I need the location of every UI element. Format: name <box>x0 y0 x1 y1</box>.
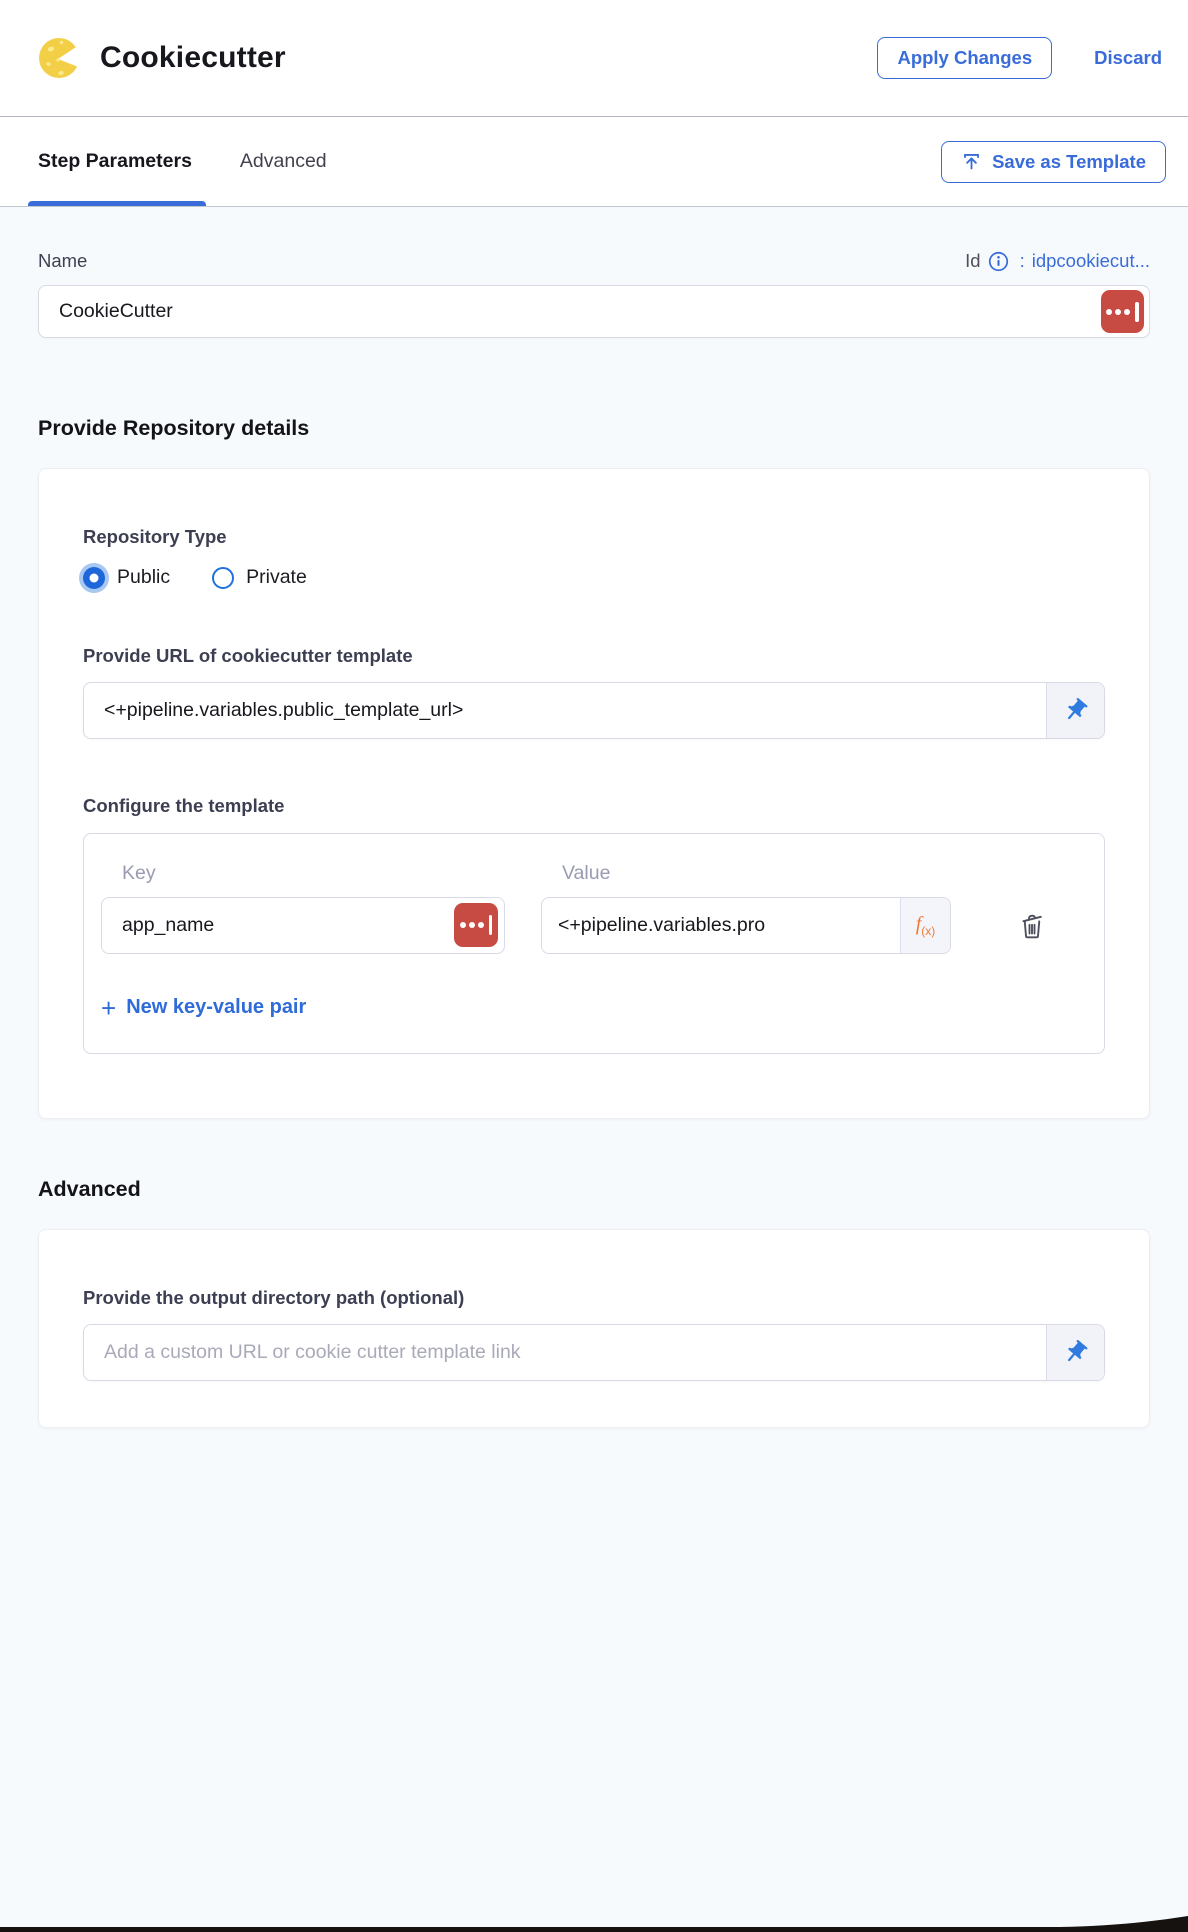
add-key-value-label: New key-value pair <box>126 996 306 1019</box>
add-key-value-button[interactable]: + New key-value pair <box>101 996 306 1019</box>
key-column-header: Key <box>101 862 505 885</box>
expression-fx-icon: f(x) <box>916 913 936 938</box>
info-icon[interactable] <box>988 251 1009 272</box>
advanced-section-heading: Advanced <box>38 1177 1150 1202</box>
key-input[interactable] <box>102 898 504 953</box>
configure-template-label: Configure the template <box>83 795 1105 817</box>
name-label: Name <box>38 250 87 272</box>
delete-row-button[interactable] <box>1015 909 1049 943</box>
name-input-shell <box>38 285 1150 338</box>
advanced-card: Provide the output directory path (optio… <box>38 1229 1150 1428</box>
key-value-card: Key Value <box>83 833 1105 1054</box>
title-wrap: Cookiecutter <box>38 34 286 82</box>
radio-private[interactable]: Private <box>212 566 307 589</box>
tab-bar: Step Parameters Advanced Save as Templat… <box>0 117 1188 207</box>
key-value-headers: Key Value <box>101 862 1087 885</box>
repository-type-radio-group: Public Private <box>83 566 1105 589</box>
save-as-template-button[interactable]: Save as Template <box>941 141 1166 183</box>
output-directory-input[interactable] <box>84 1325 1046 1380</box>
tab-step-parameters[interactable]: Step Parameters <box>38 117 192 206</box>
trash-icon <box>1017 911 1047 941</box>
radio-private-label: Private <box>246 566 307 589</box>
name-input[interactable] <box>39 286 1149 337</box>
upload-icon <box>961 151 982 172</box>
output-directory-input-group <box>83 1324 1105 1381</box>
pin-segment[interactable] <box>1046 1325 1104 1380</box>
template-url-label: Provide URL of cookiecutter template <box>83 645 1105 667</box>
template-url-input[interactable] <box>84 683 1046 738</box>
cookiecutter-logo-icon <box>38 34 86 82</box>
tab-advanced[interactable]: Advanced <box>240 117 327 206</box>
repository-section-heading: Provide Repository details <box>38 416 1150 441</box>
bottom-drawer-edge <box>0 1916 1188 1932</box>
pushpin-icon <box>1056 1333 1094 1371</box>
step-title: Cookiecutter <box>100 41 286 75</box>
id-label: Id <box>965 250 980 272</box>
step-parameters-form: Name Id : idpcookiecut... <box>0 207 1188 1428</box>
cookiecutter-step-panel: Cookiecutter Apply Changes Discard Step … <box>0 0 1188 1932</box>
apply-changes-button[interactable]: Apply Changes <box>877 37 1052 79</box>
key-input-shell <box>101 897 505 954</box>
radio-public[interactable]: Public <box>83 566 170 589</box>
save-as-template-label: Save as Template <box>992 151 1146 173</box>
pushpin-icon <box>1056 691 1094 729</box>
radio-private-control[interactable] <box>212 567 234 589</box>
panel-header: Cookiecutter Apply Changes Discard <box>0 0 1188 117</box>
tab-step-parameters-label: Step Parameters <box>38 150 192 173</box>
dots-bar-icon <box>1106 309 1112 315</box>
key-value-row: f(x) <box>101 897 1087 954</box>
step-id: Id : idpcookiecut... <box>965 250 1150 272</box>
template-url-input-group <box>83 682 1105 739</box>
id-separator: : <box>1020 250 1025 272</box>
tab-advanced-label: Advanced <box>240 150 327 173</box>
repository-card: Repository Type Public Private Provide U… <box>38 468 1150 1119</box>
radio-public-control[interactable] <box>83 567 105 589</box>
discard-button[interactable]: Discard <box>1094 47 1162 69</box>
dots-bar-icon <box>460 922 466 928</box>
step-id-value[interactable]: idpcookiecut... <box>1032 250 1150 272</box>
plus-icon: + <box>101 998 116 1018</box>
value-column-header: Value <box>541 862 951 885</box>
key-fixed-value-type-button[interactable] <box>454 903 498 947</box>
name-row: Name Id : idpcookiecut... <box>38 207 1150 272</box>
expression-segment[interactable]: f(x) <box>900 898 950 953</box>
repository-type-label: Repository Type <box>83 526 1105 548</box>
radio-public-label: Public <box>117 566 170 589</box>
fixed-value-type-button[interactable] <box>1101 290 1144 333</box>
value-input-group: f(x) <box>541 897 951 954</box>
value-input[interactable] <box>542 898 900 953</box>
output-directory-label: Provide the output directory path (optio… <box>83 1287 1105 1309</box>
pin-segment[interactable] <box>1046 683 1104 738</box>
